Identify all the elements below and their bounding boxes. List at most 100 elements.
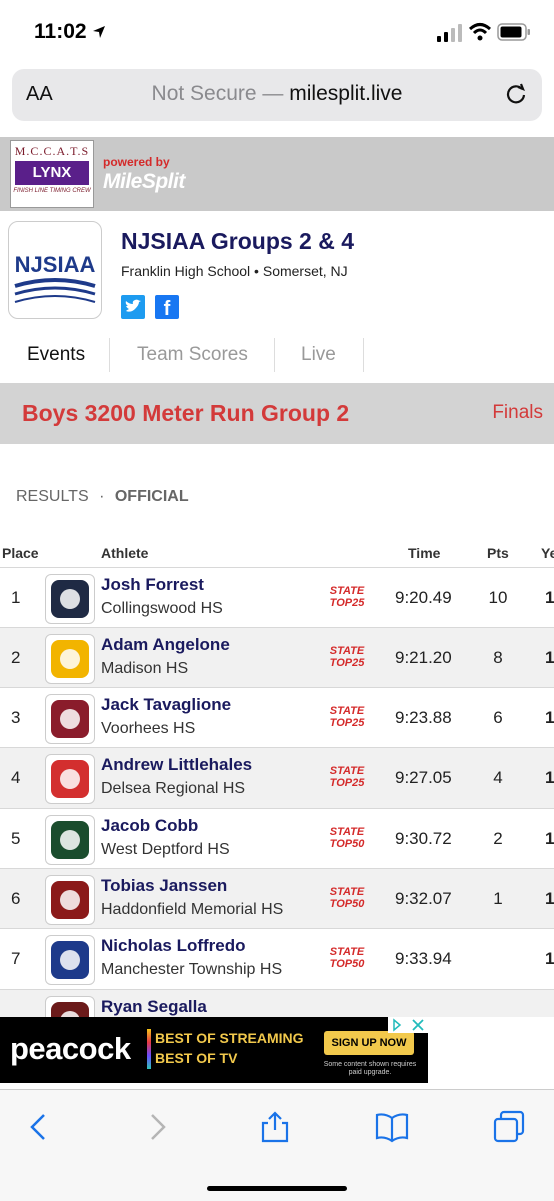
athlete-team[interactable]: West Deptford HS	[101, 841, 230, 859]
result-time: 9:20.49	[395, 588, 452, 607]
adchoices-close-icon[interactable]	[388, 1017, 428, 1033]
badge-rank: TOP50	[329, 958, 365, 970]
athlete-name[interactable]: Tobias Janssen	[101, 876, 227, 896]
tab-divider	[363, 338, 364, 372]
school-logo-icon	[51, 640, 89, 678]
badge-rank: TOP50	[329, 838, 365, 850]
ad-line-2: BEST OF TV	[155, 1050, 238, 1066]
school-logo-icon	[51, 760, 89, 798]
school-logo[interactable]	[45, 694, 95, 744]
athlete-name[interactable]: Jacob Cobb	[101, 816, 198, 836]
athlete-name[interactable]: Andrew Littlehales	[101, 755, 252, 775]
athlete-year: 1	[545, 708, 554, 727]
chevron-left-icon[interactable]	[22, 1110, 56, 1144]
athlete-name[interactable]: Nicholas Loffredo	[101, 936, 246, 956]
status-bar: 11:02	[0, 0, 554, 66]
ad-cta-button[interactable]: SIGN UP NOW	[324, 1031, 414, 1055]
ad-banner[interactable]: peacock BEST OF STREAMING BEST OF TV SIG…	[0, 1017, 428, 1083]
result-time: 9:33.94	[395, 949, 452, 968]
tab-live[interactable]: Live	[301, 344, 336, 366]
athlete-name[interactable]: Josh Forrest	[101, 575, 204, 595]
table-row[interactable]: 3 Jack Tavaglione Voorhees HS STATE TOP25 9:2…	[0, 687, 554, 748]
school-logo-icon	[51, 821, 89, 859]
school-logo[interactable]	[45, 815, 95, 865]
badge-state: STATE	[329, 705, 365, 717]
table-row[interactable]: 4 Andrew Littlehales Delsea Regional HS STA…	[0, 747, 554, 808]
ad-disclaimer: Some content shown requires paid upgrade…	[323, 1061, 417, 1076]
url-security-label: Not Secure —	[151, 82, 284, 105]
results-table-header: Place Athlete Time Pts Ye	[0, 545, 554, 567]
results-official-label: OFFICIAL	[114, 488, 189, 505]
row-place: 2	[11, 648, 21, 667]
badge-rank: TOP25	[329, 597, 365, 609]
badge-state: STATE	[329, 826, 365, 838]
table-row[interactable]: Ryan Segalla	[0, 989, 554, 1017]
state-rank-badge: STATE TOP50	[326, 886, 368, 910]
powered-by-label: powered by	[103, 155, 170, 169]
result-time: 9:27.05	[395, 768, 452, 787]
milesplit-logo[interactable]: MileSplit	[103, 170, 185, 194]
table-row[interactable]: 1 Josh Forrest Collingswood HS STATE TOP25 9:…	[0, 567, 554, 628]
athlete-year: 1	[545, 588, 554, 607]
athlete-team[interactable]: Voorhees HS	[101, 720, 195, 738]
table-row[interactable]: 6 Tobias Janssen Haddonfield Memorial HS ST…	[0, 868, 554, 929]
chevron-right-icon[interactable]	[140, 1110, 174, 1144]
header-time: Time	[408, 545, 441, 561]
result-time: 9:21.20	[395, 648, 452, 667]
state-rank-badge: STATE TOP50	[326, 946, 368, 970]
state-rank-badge: STATE TOP25	[326, 765, 368, 789]
ad-brand: peacock	[10, 1031, 131, 1066]
result-time: 9:30.72	[395, 829, 452, 848]
lynx-logo-name: LYNX	[15, 161, 89, 185]
signal-icon	[437, 24, 462, 42]
state-rank-badge: STATE TOP25	[326, 585, 368, 609]
url-text[interactable]: Not Secure — milesplit.live	[12, 82, 542, 106]
school-logo[interactable]	[45, 754, 95, 804]
wifi-icon	[468, 23, 492, 41]
school-logo[interactable]	[45, 996, 95, 1017]
battery-icon	[497, 23, 530, 41]
meet-header: NJSIAA NJSIAA Groups 2 & 4 Franklin High…	[0, 211, 554, 331]
school-logo-icon	[51, 580, 89, 618]
header-pts: Pts	[487, 545, 509, 561]
athlete-team[interactable]: Madison HS	[101, 660, 188, 678]
table-row[interactable]: 5 Jacob Cobb West Deptford HS STATE TOP50 9:3…	[0, 808, 554, 869]
school-logo[interactable]	[45, 875, 95, 925]
twitter-icon[interactable]	[121, 295, 145, 319]
table-row[interactable]: 7 Nicholas Loffredo Manchester Township HS…	[0, 928, 554, 989]
event-round[interactable]: Finals	[492, 402, 543, 424]
event-header: Boys 3200 Meter Run Group 2 Finals	[0, 383, 554, 444]
school-logo[interactable]	[45, 935, 95, 985]
athlete-team[interactable]: Collingswood HS	[101, 600, 223, 618]
tabs-icon[interactable]	[492, 1110, 526, 1144]
lynx-logo[interactable]: M.C.C.A.T.S LYNX FINISH LINE TIMING CREW	[10, 140, 94, 208]
result-points: 10	[488, 588, 508, 607]
facebook-icon[interactable]: f	[155, 295, 179, 320]
address-bar[interactable]: AA Not Secure — milesplit.live	[12, 69, 542, 121]
result-points: 8	[493, 648, 503, 667]
tab-team-scores[interactable]: Team Scores	[137, 344, 248, 366]
result-points: 6	[493, 708, 503, 727]
athlete-team[interactable]: Manchester Township HS	[101, 961, 282, 979]
lynx-logo-title: M.C.C.A.T.S	[14, 144, 90, 158]
badge-rank: TOP25	[329, 717, 365, 729]
school-logo[interactable]	[45, 634, 95, 684]
share-icon[interactable]	[258, 1110, 292, 1144]
school-logo[interactable]	[45, 574, 95, 624]
sponsor-banner: M.C.C.A.T.S LYNX FINISH LINE TIMING CREW…	[0, 137, 554, 211]
header-place: Place	[2, 545, 39, 561]
badge-rank: TOP50	[329, 898, 365, 910]
athlete-name[interactable]: Adam Angelone	[101, 635, 230, 655]
athlete-name[interactable]: Jack Tavaglione	[101, 695, 231, 715]
school-logo-icon	[51, 881, 89, 919]
tab-events[interactable]: Events	[27, 344, 85, 366]
ad-choices[interactable]	[388, 1017, 428, 1033]
row-place: 3	[11, 708, 21, 727]
reload-icon[interactable]	[502, 81, 530, 109]
table-row[interactable]: 2 Adam Angelone Madison HS STATE TOP25 9:21.2…	[0, 627, 554, 688]
book-icon[interactable]	[375, 1110, 409, 1144]
athlete-team[interactable]: Haddonfield Memorial HS	[101, 901, 283, 919]
athlete-team[interactable]: Delsea Regional HS	[101, 780, 245, 798]
athlete-name[interactable]: Ryan Segalla	[101, 997, 207, 1017]
row-place: 6	[11, 889, 21, 908]
